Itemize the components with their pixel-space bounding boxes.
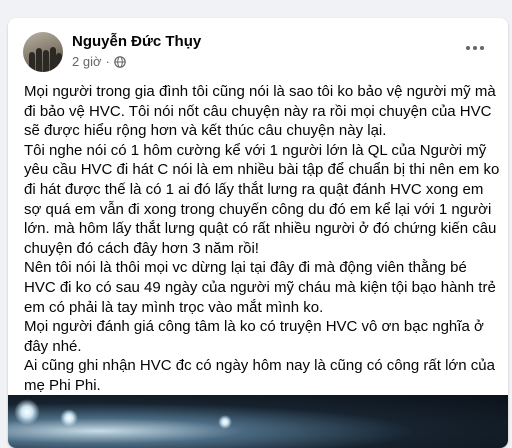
- post-header: Nguyễn Đức Thụy 2 giờ ·: [8, 18, 508, 78]
- post-paragraph: Mọi người đánh giá công tâm là ko có tru…: [24, 318, 484, 355]
- post-meta: 2 giờ ·: [72, 54, 126, 69]
- author-avatar[interactable]: [23, 32, 63, 72]
- meta-separator: ·: [105, 54, 110, 69]
- post-card: Nguyễn Đức Thụy 2 giờ · Mọi người trong …: [8, 18, 508, 448]
- post-paragraph: Ai cũng ghi nhận HVC đc có ngày hôm nay …: [24, 357, 495, 394]
- more-horizontal-icon: [466, 46, 470, 50]
- globe-icon[interactable]: [114, 55, 126, 68]
- post-time[interactable]: 2 giờ: [72, 54, 102, 69]
- post-paragraph: Mọi người trong gia đình tôi cũng nói là…: [24, 83, 496, 140]
- post-body: Mọi người trong gia đình tôi cũng nói là…: [24, 82, 502, 396]
- post-paragraph: Tôi nghe nói có 1 hôm cường kể với 1 ngư…: [24, 141, 500, 257]
- post-paragraph: Nên tôi nói là thôi mọi vc dừng lại tại …: [24, 259, 496, 316]
- post-image[interactable]: [8, 395, 508, 448]
- author-name[interactable]: Nguyễn Đức Thụy: [72, 33, 201, 50]
- more-options-button[interactable]: [460, 36, 490, 60]
